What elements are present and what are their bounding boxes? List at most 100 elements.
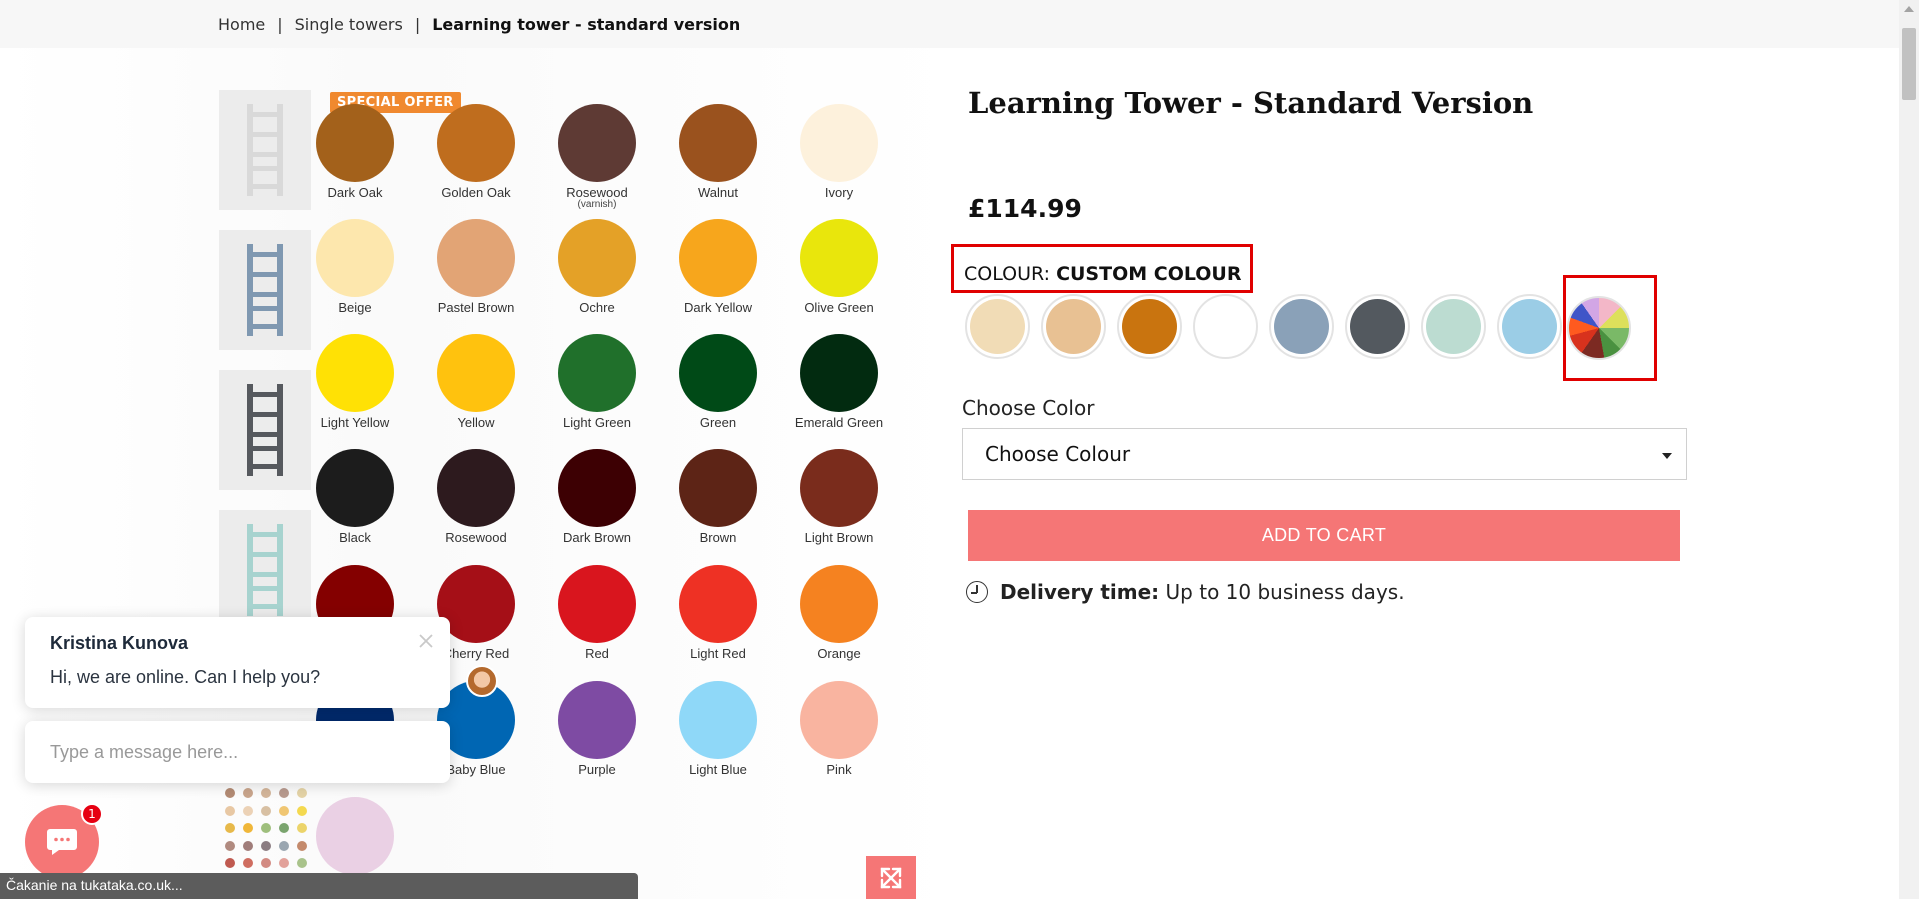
colour-chart-swatch-label: Golden Oak <box>441 185 511 200</box>
colour-option-light-blue[interactable] <box>1497 294 1562 359</box>
breadcrumb-separator: | <box>414 15 421 34</box>
colour-chart-swatch-circle <box>558 334 636 412</box>
colour-chart-swatch: Dark Oak <box>295 104 415 214</box>
expand-icon <box>880 867 902 888</box>
colour-chart-swatch-label: Red <box>585 646 609 661</box>
choose-colour-select[interactable]: Choose Colour <box>962 428 1687 480</box>
colour-chart-swatch-circle <box>558 681 636 759</box>
add-to-cart-button[interactable]: ADD TO CART <box>968 510 1680 561</box>
colour-chart-swatch-label: Light Red <box>690 646 746 661</box>
colour-chart-swatch-circle <box>316 797 394 875</box>
tower-image <box>243 524 287 616</box>
colour-chart-swatch: Walnut <box>658 104 778 214</box>
scroll-up-arrow-icon[interactable] <box>1904 6 1914 12</box>
colour-option-mint[interactable] <box>1421 294 1486 359</box>
colour-label: COLOUR: CUSTOM COLOUR <box>951 244 1253 293</box>
colour-option-natural-light[interactable] <box>965 294 1030 359</box>
colour-label-key: COLOUR: <box>964 263 1051 285</box>
colour-option-blue-grey[interactable] <box>1269 294 1334 359</box>
sample-dot <box>261 823 271 834</box>
chat-greeting-message: Hi, we are online. Can I help you? <box>50 667 321 687</box>
sample-dot <box>243 858 253 869</box>
sample-dot <box>279 823 289 834</box>
colour-chart-swatch-circle <box>437 104 515 182</box>
clock-icon <box>966 581 988 603</box>
colour-chart-swatch-label: Pink <box>826 762 852 777</box>
chevron-down-icon <box>1662 453 1672 459</box>
tower-image <box>243 384 287 476</box>
colour-chart-swatch: Pastel Brown <box>416 219 536 329</box>
sample-dot <box>261 858 271 869</box>
product-page: Home | Single towers | Learning tower - … <box>0 0 1919 899</box>
colour-option-fill <box>1046 299 1101 354</box>
colour-chart-swatch-label: Walnut <box>698 185 738 200</box>
product-title: Learning Tower - Standard Version <box>968 86 1534 120</box>
sample-dot <box>279 858 289 869</box>
colour-chart-swatch: Rosewood (varnish) <box>537 104 657 214</box>
colour-chart-swatch-circle <box>558 104 636 182</box>
expand-image-button[interactable] <box>866 856 916 899</box>
colour-option-white[interactable] <box>1193 294 1258 359</box>
colour-chart-swatch-label: Emerald Green <box>794 415 884 430</box>
colour-chart-swatch: Emerald Green <box>779 334 899 444</box>
tower-image <box>243 104 287 196</box>
sample-dot <box>225 805 235 816</box>
delivery-info: Delivery time: Up to 10 business days. <box>966 580 1405 604</box>
colour-chart-swatch-circle <box>679 565 757 643</box>
chat-agent-name: Kristina Kunova <box>50 633 189 653</box>
breadcrumb: Home | Single towers | Learning tower - … <box>218 15 740 34</box>
breadcrumb-separator: | <box>277 15 283 34</box>
colour-chart-swatch: Purple <box>537 681 657 791</box>
colour-chart-swatch-circle <box>558 219 636 297</box>
custom-colour-swatch[interactable] <box>1567 296 1631 360</box>
colour-chart-swatch: Light Yellow <box>295 334 415 444</box>
chat-message-input[interactable]: Type a message here... <box>25 721 450 783</box>
colour-chart-swatch: Green <box>658 334 778 444</box>
colour-chart-swatch-label: Dark Oak <box>327 185 383 200</box>
colour-chart-swatch-circle <box>316 219 394 297</box>
sample-dot <box>261 840 271 851</box>
colour-chart-swatch: Rosewood <box>416 449 536 559</box>
colour-chart-swatch-circle <box>558 449 636 527</box>
breadcrumb-single-towers[interactable]: Single towers <box>295 15 403 34</box>
colour-label-value: CUSTOM COLOUR <box>1056 263 1242 285</box>
colour-chart-swatch: Light Green <box>537 334 657 444</box>
close-icon[interactable] <box>416 631 436 651</box>
breadcrumb-current: Learning tower - standard version <box>432 15 741 34</box>
scrollbar-thumb[interactable] <box>1902 28 1916 100</box>
colour-chart-swatch-circle <box>437 449 515 527</box>
breadcrumb-bar: Home | Single towers | Learning tower - … <box>0 0 1899 48</box>
chat-bubble-icon <box>47 829 77 855</box>
colour-chart-swatch: Pink <box>779 681 899 791</box>
sample-dot <box>297 840 307 851</box>
colour-chart-swatch-circle <box>437 334 515 412</box>
colour-chart-swatch: Ivory <box>779 104 899 214</box>
page-scrollbar[interactable] <box>1899 0 1919 899</box>
breadcrumb-home[interactable]: Home <box>218 15 265 34</box>
colour-option-fill <box>1502 299 1557 354</box>
colour-chart-swatch: Orange <box>779 565 899 675</box>
colour-chart-swatch-label: Light Green <box>563 415 631 430</box>
colour-chart-swatch-circle <box>679 104 757 182</box>
colour-chart-swatch-circle <box>679 219 757 297</box>
colour-chart-swatch-circle <box>679 449 757 527</box>
colour-chart-swatch-label: Purple <box>578 762 616 777</box>
color-sample-thumbnail[interactable] <box>219 784 311 874</box>
colour-option-golden-oak[interactable] <box>1117 294 1182 359</box>
sample-dot <box>243 805 253 816</box>
colour-option-fill <box>1274 299 1329 354</box>
colour-chart-swatch-circle <box>800 449 878 527</box>
sample-dot <box>243 788 253 798</box>
colour-option-natural-beech[interactable] <box>1041 294 1106 359</box>
colour-chart-swatch-circle <box>316 334 394 412</box>
chat-agent-avatar <box>466 665 498 697</box>
sample-dot <box>297 788 307 798</box>
colour-option-anthracite[interactable] <box>1345 294 1410 359</box>
colour-chart-swatch: Golden Oak <box>416 104 536 214</box>
sample-dot <box>261 788 271 798</box>
colour-chart-swatch: Red <box>537 565 657 675</box>
colour-chart-swatch-label: Dark Yellow <box>684 300 752 315</box>
chat-greeting-card[interactable]: Kristina Kunova Hi, we are online. Can I… <box>25 617 450 708</box>
colour-chart-swatch-circle <box>800 219 878 297</box>
chat-input-placeholder: Type a message here... <box>50 741 239 762</box>
